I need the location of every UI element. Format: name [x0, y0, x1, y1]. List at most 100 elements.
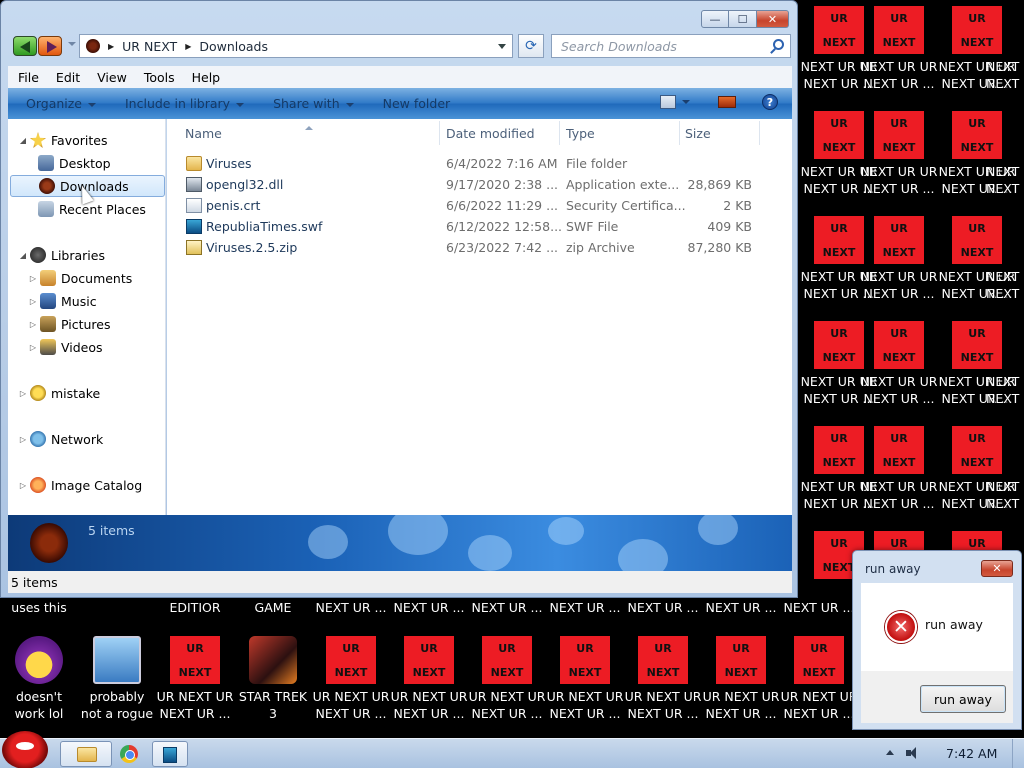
- desktop-icon-ur-next[interactable]: NEXT UR U NEXT UR: [986, 111, 1024, 197]
- collapsed-icon[interactable]: ▷: [18, 481, 28, 490]
- collapsed-icon[interactable]: ▷: [28, 274, 38, 283]
- volume-icon[interactable]: [906, 747, 920, 759]
- nav-documents[interactable]: ▷ Documents: [8, 267, 132, 289]
- nav-favorites[interactable]: ◢ Favorites: [8, 129, 107, 151]
- desktop-icon-label[interactable]: NEXT UR ...: [702, 600, 780, 615]
- run-away-button[interactable]: run away: [920, 685, 1006, 713]
- file-name[interactable]: Viruses: [206, 156, 252, 171]
- column-date-modified[interactable]: Date modified: [446, 126, 535, 141]
- nav-libraries[interactable]: ◢ Libraries: [8, 244, 105, 266]
- desktop-icon-label[interactable]: uses this: [0, 600, 78, 615]
- nav-recent-places[interactable]: Recent Places: [8, 198, 146, 220]
- help-icon[interactable]: ?: [762, 94, 778, 110]
- desktop-icon-star-trek[interactable]: STAR TREK 3: [234, 636, 312, 722]
- file-name[interactable]: RepubliaTimes.swf: [206, 219, 322, 234]
- view-options-dropdown[interactable]: [682, 100, 690, 104]
- desktop-icon-label[interactable]: NEXT UR ...: [546, 600, 624, 615]
- taskbar-chrome-button[interactable]: [113, 741, 147, 767]
- desktop-icon-ur-next[interactable]: UR NEXT NEXT UR UR NEXT UR ...: [860, 6, 938, 92]
- organize-button[interactable]: Organize: [26, 96, 96, 111]
- desktop-icon-label[interactable]: GAME: [234, 600, 312, 615]
- desktop-icon-ur-next[interactable]: UR NEXT UR NEXT UR NEXT UR ...: [312, 636, 390, 722]
- column-name[interactable]: Name: [185, 126, 222, 141]
- show-desktop-button[interactable]: [1012, 739, 1024, 768]
- menu-tools[interactable]: Tools: [144, 70, 175, 85]
- forward-button[interactable]: [38, 36, 62, 56]
- file-name[interactable]: Viruses.2.5.zip: [206, 240, 297, 255]
- menu-view[interactable]: View: [97, 70, 127, 85]
- search-icon[interactable]: [773, 39, 784, 50]
- back-button[interactable]: [13, 36, 37, 56]
- clock[interactable]: 7:42 AM: [946, 746, 997, 761]
- change-view-icon[interactable]: [660, 95, 676, 109]
- desktop-icon-label[interactable]: EDITIOR: [156, 600, 234, 615]
- preview-pane-icon[interactable]: [718, 96, 736, 108]
- desktop-icon-yahoo[interactable]: doesn't work lol: [0, 636, 78, 722]
- collapsed-icon[interactable]: ▷: [28, 297, 38, 306]
- breadcrumb-ur-next[interactable]: UR NEXT: [122, 39, 177, 54]
- desktop-icon-label[interactable]: NEXT UR ...: [780, 600, 858, 615]
- file-name[interactable]: opengl32.dll: [206, 177, 283, 192]
- desktop-icon-ur-next[interactable]: UR NEXT NEXT UR UR NEXT UR ...: [860, 111, 938, 197]
- nav-music[interactable]: ▷ Music: [8, 290, 97, 312]
- nav-mistake[interactable]: ▷ mistake: [8, 382, 100, 404]
- desktop-icon-ur-next[interactable]: UR NEXT UR NEXT UR NEXT UR ...: [156, 636, 234, 722]
- collapsed-icon[interactable]: ▷: [28, 343, 38, 352]
- breadcrumb-separator-icon[interactable]: ▶: [108, 42, 114, 51]
- taskbar-app-button[interactable]: [152, 741, 188, 767]
- maximize-button[interactable]: ☐: [729, 10, 757, 28]
- share-with-button[interactable]: Share with: [273, 96, 354, 111]
- menu-edit[interactable]: Edit: [56, 70, 80, 85]
- desktop-icon-label[interactable]: NEXT UR ...: [468, 600, 546, 615]
- minimize-button[interactable]: —: [701, 10, 729, 28]
- file-row[interactable]: opengl32.dll 9/17/2020 2:38 ... Applicatio…: [167, 174, 792, 195]
- search-input[interactable]: Search Downloads: [551, 34, 791, 58]
- desktop-icon-label[interactable]: NEXT UR ...: [624, 600, 702, 615]
- recent-pages-dropdown[interactable]: [68, 42, 76, 46]
- desktop-icon-ur-next[interactable]: UR NEXT UR NEXT UR NEXT UR ...: [390, 636, 468, 722]
- column-size[interactable]: Size: [685, 126, 711, 141]
- collapsed-icon[interactable]: ▷: [18, 389, 28, 398]
- nav-image-catalog[interactable]: ▷ Image Catalog: [8, 474, 142, 496]
- show-hidden-icons-icon[interactable]: [886, 750, 894, 755]
- desktop-icon-ur-next[interactable]: UR NEXT NEXT UR UR NEXT UR ...: [860, 216, 938, 302]
- refresh-button[interactable]: ⟳: [518, 34, 544, 58]
- file-name[interactable]: penis.crt: [206, 198, 260, 213]
- breadcrumb-separator-icon[interactable]: ▶: [185, 42, 191, 51]
- column-divider[interactable]: [679, 121, 680, 145]
- desktop-icon-ur-next[interactable]: UR NEXT UR NEXT UR NEXT UR ...: [624, 636, 702, 722]
- start-button-angry-bird-icon[interactable]: [2, 731, 48, 768]
- file-row[interactable]: penis.crt 6/6/2022 11:29 ... Security Cert…: [167, 195, 792, 216]
- desktop-icon-ur-next[interactable]: UR NEXT UR NEXT UR NEXT UR ...: [546, 636, 624, 722]
- file-row[interactable]: RepubliaTimes.swf 6/12/2022 12:58... SWF F…: [167, 216, 792, 237]
- desktop-icon-rogue[interactable]: probably not a rogue: [78, 636, 156, 722]
- column-divider[interactable]: [439, 121, 440, 145]
- desktop-icon-label[interactable]: NEXT UR ...: [390, 600, 468, 615]
- address-history-dropdown-icon[interactable]: [498, 44, 506, 49]
- collapsed-icon[interactable]: ▷: [28, 320, 38, 329]
- address-bar[interactable]: ▶ UR NEXT ▶ Downloads: [79, 34, 513, 58]
- menu-file[interactable]: File: [18, 70, 39, 85]
- breadcrumb-downloads[interactable]: Downloads: [199, 39, 268, 54]
- desktop-icon-ur-next[interactable]: NEXT UR U NEXT UR: [986, 321, 1024, 407]
- column-divider[interactable]: [759, 121, 760, 145]
- dialog-close-button[interactable]: ✕: [981, 560, 1013, 577]
- desktop-icon-ur-next[interactable]: UR NEXT NEXT UR UR NEXT UR ...: [860, 426, 938, 512]
- column-type[interactable]: Type: [566, 126, 595, 141]
- desktop-icon-ur-next[interactable]: UR NEXT UR NEXT UR NEXT UR ...: [780, 636, 858, 722]
- column-divider[interactable]: [559, 121, 560, 145]
- nav-network[interactable]: ▷ Network: [8, 428, 103, 450]
- menu-help[interactable]: Help: [192, 70, 221, 85]
- expanded-icon[interactable]: ◢: [18, 251, 28, 260]
- new-folder-button[interactable]: New folder: [383, 96, 451, 111]
- file-row[interactable]: Viruses.2.5.zip 6/23/2022 7:42 ... zip Arc…: [167, 237, 792, 258]
- taskbar-explorer-button[interactable]: [60, 741, 112, 767]
- desktop-icon-ur-next[interactable]: NEXT UR U NEXT UR: [986, 216, 1024, 302]
- desktop-icon-label[interactable]: NEXT UR ...: [312, 600, 390, 615]
- collapsed-icon[interactable]: ▷: [18, 435, 28, 444]
- include-in-library-button[interactable]: Include in library: [125, 96, 245, 111]
- nav-pictures[interactable]: ▷ Pictures: [8, 313, 111, 335]
- close-button[interactable]: ✕: [757, 10, 789, 28]
- expanded-icon[interactable]: ◢: [18, 136, 28, 145]
- desktop-icon-ur-next[interactable]: NEXT UR U NEXT UR: [986, 426, 1024, 512]
